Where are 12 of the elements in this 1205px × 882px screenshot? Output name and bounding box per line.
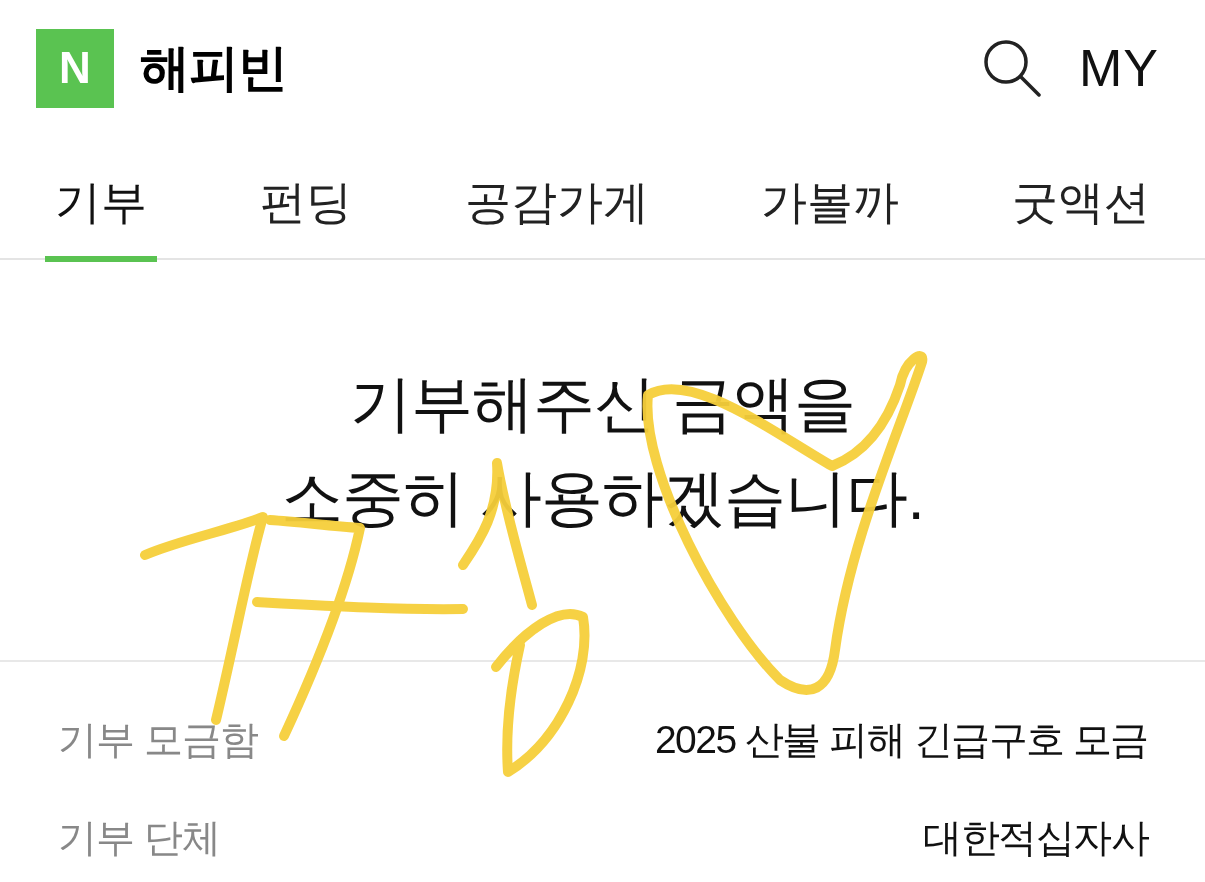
detail-value: 대한적십자사 [923,817,1148,857]
detail-value: 2025 산불 피해 긴급구호 모금 [654,719,1148,759]
nav-tab[interactable]: 펀딩 [249,136,362,262]
detail-label: 기부 모금함 [58,719,258,759]
search-icon[interactable] [983,39,1041,97]
my-page-link[interactable]: MY [1079,42,1159,94]
nav-tab[interactable]: 굿액션 [1002,136,1160,262]
app-title: 해피빈 [140,43,287,93]
detail-label: 기부 단체 [58,817,220,857]
nav-tab[interactable]: 공감가게 [454,136,659,262]
nav-tab[interactable]: 가볼까 [751,136,910,262]
nav-tab[interactable]: 기부 [45,136,157,262]
